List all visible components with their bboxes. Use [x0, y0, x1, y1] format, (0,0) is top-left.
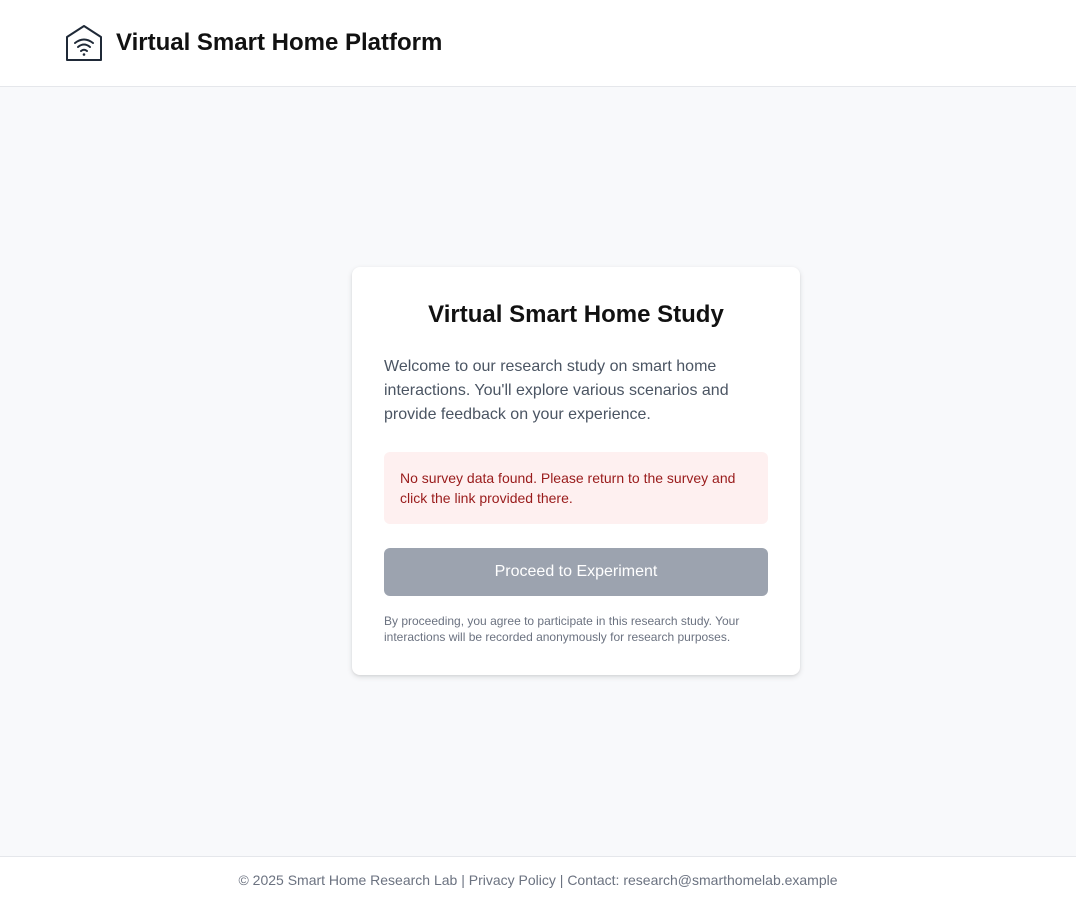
footer-separator: | [555, 872, 568, 888]
site-footer: © 2025 Smart Home Research Lab | Privacy… [0, 856, 1076, 903]
footer-contact: Contact: research@smarthomelab.example [567, 872, 838, 888]
study-card: Virtual Smart Home Study Welcome to our … [352, 267, 800, 675]
brand-title: Virtual Smart Home Platform [116, 29, 443, 56]
study-title: Virtual Smart Home Study [428, 301, 724, 328]
study-intro: Welcome to our research study on smart h… [384, 358, 729, 423]
error-alert: No survey data found. Please return to t… [384, 452, 768, 524]
smart-home-wifi-icon [64, 23, 104, 63]
footer-copyright: © 2025 Smart Home Research Lab [238, 872, 458, 888]
footer-separator: | [457, 872, 469, 888]
error-alert-message: No survey data found. Please return to t… [400, 470, 736, 506]
site-header: Virtual Smart Home Platform [0, 0, 1076, 87]
privacy-policy-link[interactable]: Privacy Policy [469, 872, 556, 888]
consent-note: By proceeding, you agree to participate … [384, 614, 740, 644]
proceed-button[interactable]: Proceed to Experiment [384, 548, 768, 596]
